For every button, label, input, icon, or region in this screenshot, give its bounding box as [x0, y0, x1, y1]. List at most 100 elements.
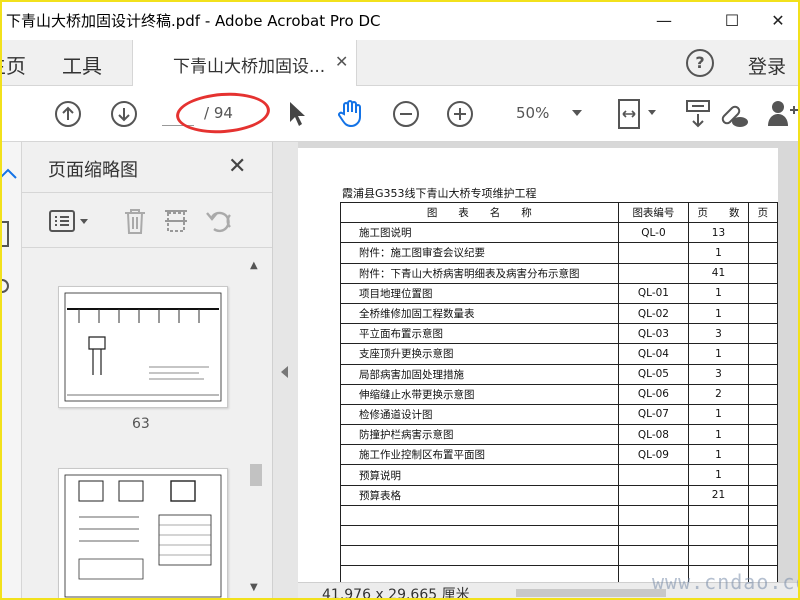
row-code: [617, 524, 690, 547]
comment-tool-icon[interactable]: [684, 98, 714, 130]
table-row: 伸缩缝止水带更换示意图 QL-06 2: [340, 383, 779, 405]
thumbnail-options-icon[interactable]: [48, 209, 92, 237]
row-pages: [688, 524, 749, 547]
document-tab-label: 下青山大桥加固设...: [173, 57, 326, 77]
pdf-page: 霞浦县G353线下青山大桥专项维护工程 图 表 名 称 图表编号 页 数 页 施…: [298, 148, 779, 587]
table-row: 项目地理位置图 QL-01 1: [340, 282, 779, 304]
tab-tools[interactable]: 工具: [62, 50, 102, 79]
scroll-down-icon[interactable]: ▼: [250, 582, 258, 593]
row-code: QL-01: [617, 282, 690, 304]
zoom-value: 50%: [516, 104, 550, 122]
row-name: 伸缩缝止水带更换示意图: [340, 383, 619, 405]
row-extra: [747, 524, 779, 547]
row-extra: [747, 323, 779, 345]
maximize-button[interactable]: ☐: [712, 6, 752, 34]
table-row: 平立面布置示意图 QL-03 3: [340, 323, 779, 345]
row-extra: [747, 424, 779, 446]
row-pages: 41: [688, 262, 749, 284]
document-tab-close-icon[interactable]: ✕: [335, 52, 348, 71]
acrobat-window: 下青山大桥加固设计终稿.pdf - Adobe Acrobat Pro DC —…: [0, 0, 800, 600]
panel-close-icon[interactable]: ✕: [228, 154, 246, 179]
extract-page-icon[interactable]: [162, 207, 190, 239]
row-code: QL-04: [617, 343, 690, 365]
tab-home[interactable]: 主页: [2, 50, 26, 79]
row-code: [617, 504, 690, 527]
row-pages: 3: [688, 323, 749, 345]
thumbnail-page-number: 63: [132, 416, 150, 432]
row-name: [340, 545, 619, 567]
thumbnail-scrollbar[interactable]: [250, 464, 262, 486]
panel-collapse-column[interactable]: [272, 142, 298, 598]
select-cursor-icon[interactable]: [286, 100, 308, 128]
row-name: [340, 504, 619, 527]
title-bar: 下青山大桥加固设计终稿.pdf - Adobe Acrobat Pro DC —…: [2, 2, 798, 40]
row-name: 防撞护栏病害示意图: [340, 424, 619, 446]
row-code: QL-0: [617, 222, 690, 244]
row-extra: [747, 504, 779, 527]
row-extra: [747, 242, 779, 264]
scroll-up-icon[interactable]: ▲: [250, 260, 258, 271]
tab-document[interactable]: 下青山大桥加固设... ✕: [132, 40, 357, 86]
page-thumbnails-panel: 页面缩略图 ✕ 63 ▲ ▼: [22, 142, 272, 598]
delete-page-icon[interactable]: [122, 207, 148, 239]
zoom-dropdown[interactable]: 50%: [502, 104, 592, 128]
page-thumbnail-64[interactable]: [58, 468, 228, 598]
row-pages: 3: [688, 363, 749, 385]
row-name: 预算表格: [340, 484, 619, 506]
horizontal-scrollbar[interactable]: [516, 589, 666, 597]
row-code: QL-09: [617, 444, 690, 466]
row-code: QL-07: [617, 403, 690, 426]
watermark: www.cndao.com: [652, 570, 798, 594]
row-pages: 1: [688, 282, 749, 304]
row-code: [617, 545, 690, 567]
row-name: 施工图说明: [340, 222, 619, 244]
row-name: 附件：下青山大桥病害明细表及病害分布示意图: [340, 262, 619, 284]
header-pages: 页 数: [688, 201, 749, 224]
tab-bar: 主页 工具 下青山大桥加固设... ✕ ? 登录: [2, 40, 798, 86]
table-row: [340, 545, 779, 567]
table-row: 附件：施工图审查会议纪要 1: [340, 242, 779, 264]
help-icon[interactable]: ?: [686, 49, 714, 77]
undo-rotate-icon[interactable]: [204, 207, 234, 239]
row-name: 局部病害加固处理措施: [340, 363, 619, 385]
row-name: 支座顶升更换示意图: [340, 343, 619, 365]
window-title: 下青山大桥加固设计终稿.pdf - Adobe Acrobat Pro DC: [6, 12, 381, 30]
page-thumbnail-63[interactable]: [58, 286, 228, 408]
document-viewport[interactable]: 霞浦县G353线下青山大桥专项维护工程 图 表 名 称 图表编号 页 数 页 施…: [298, 142, 798, 587]
login-button[interactable]: 登录: [748, 52, 786, 79]
row-pages: 1: [688, 302, 749, 325]
table-row: 预算表格 21: [340, 484, 779, 506]
row-extra: [747, 262, 779, 284]
zoom-in-icon[interactable]: [446, 100, 474, 128]
row-name: 全桥维修加固工程数量表: [340, 302, 619, 325]
row-code: [617, 484, 690, 506]
row-code: QL-02: [617, 302, 690, 325]
row-code: QL-06: [617, 383, 690, 405]
next-page-icon[interactable]: [110, 100, 138, 128]
table-body: 施工图说明 QL-0 13 附件：施工图审查会议纪要 1 附件：下青山大桥病害明细表及病害…: [340, 222, 779, 587]
row-name: 预算说明: [340, 464, 619, 486]
row-pages: [688, 504, 749, 527]
page-fit-icon[interactable]: [616, 96, 660, 132]
minimize-button[interactable]: —: [644, 6, 684, 34]
row-pages: 21: [688, 484, 749, 506]
previous-page-icon[interactable]: [54, 100, 82, 128]
row-pages: 2: [688, 383, 749, 405]
row-extra: [747, 222, 779, 244]
row-pages: 1: [688, 424, 749, 446]
row-pages: 1: [688, 403, 749, 426]
zoom-out-icon[interactable]: [392, 100, 420, 128]
share-link-icon[interactable]: [716, 98, 750, 130]
table-row: 施工图说明 QL-0 13: [340, 222, 779, 244]
row-pages: 1: [688, 242, 749, 264]
thumbnail-toolbar: [22, 192, 272, 248]
red-annotation-circle: [174, 89, 272, 137]
add-user-icon[interactable]: [766, 98, 798, 128]
hand-tool-icon[interactable]: [336, 98, 366, 128]
row-extra: [747, 464, 779, 486]
close-window-button[interactable]: ✕: [758, 6, 798, 34]
row-code: [617, 464, 690, 486]
collapse-arrow-icon[interactable]: [281, 366, 288, 378]
table-row: 局部病害加固处理措施 QL-05 3: [340, 363, 779, 385]
row-pages: 13: [688, 222, 749, 244]
